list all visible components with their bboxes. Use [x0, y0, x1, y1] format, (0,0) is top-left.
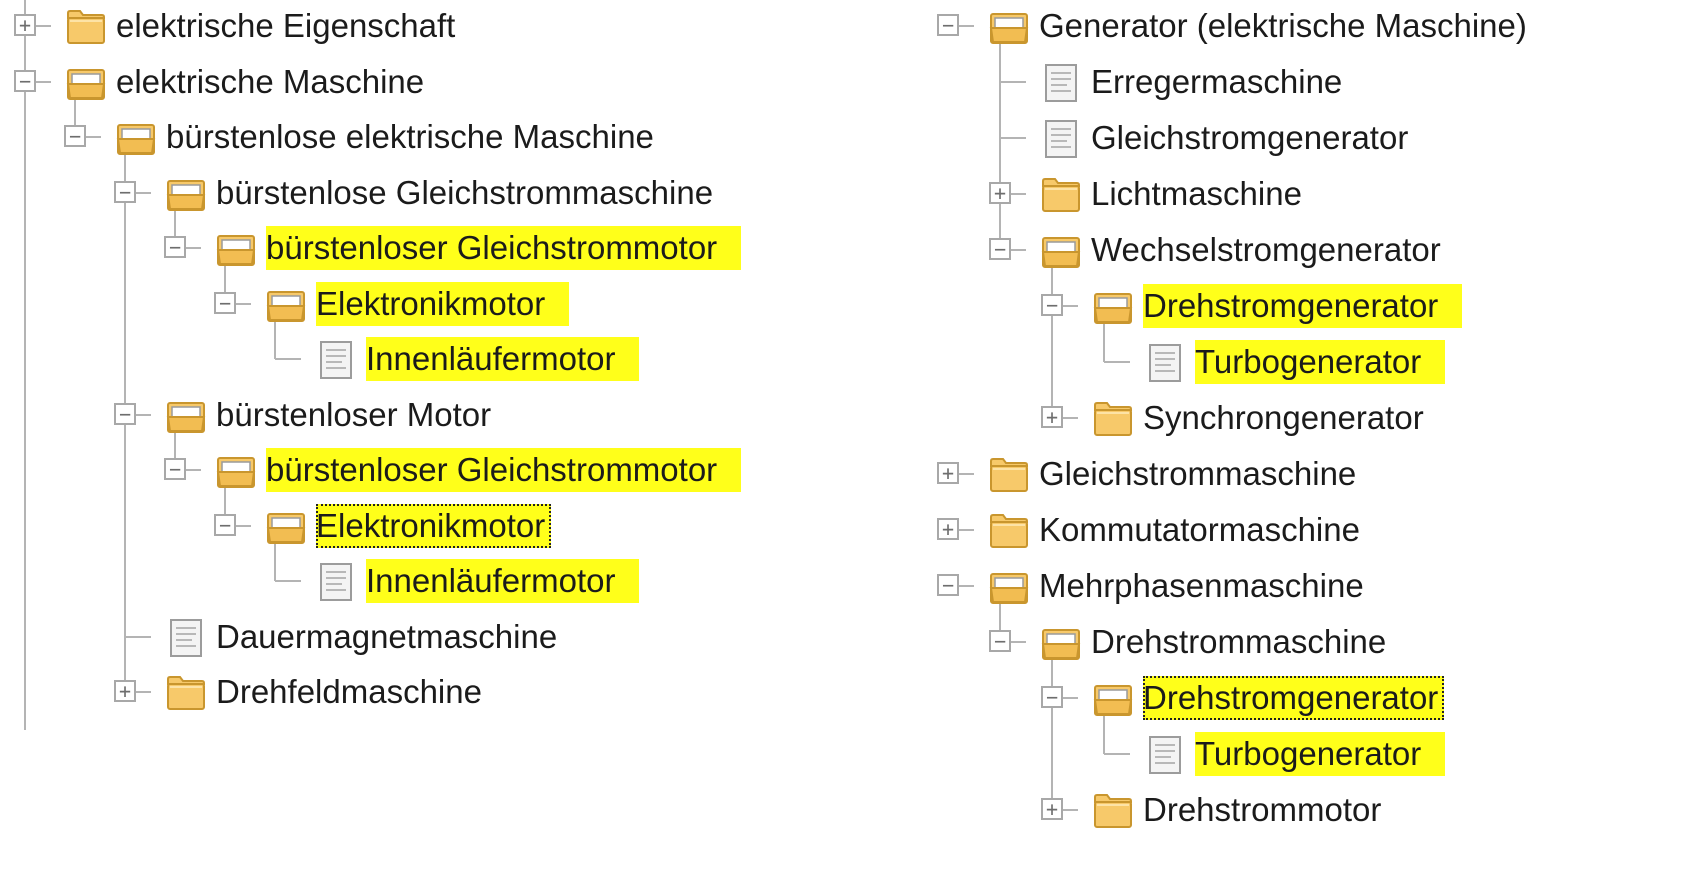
tree-node-label[interactable]: Innenläufermotor: [366, 337, 640, 381]
tree-node-label[interactable]: Erregermaschine: [1091, 60, 1366, 104]
tree-node-label[interactable]: Drehstromgenerator: [1143, 676, 1445, 720]
tree-node-label[interactable]: Synchrongenerator: [1143, 396, 1448, 440]
open-folder-icon: [1041, 624, 1081, 662]
open-folder-icon: [216, 230, 256, 268]
collapse-icon[interactable]: −: [214, 513, 236, 536]
collapse-icon[interactable]: −: [164, 236, 186, 258]
tree-branch-line: [275, 358, 301, 360]
tree-branch-line: [1104, 753, 1130, 755]
tree-node-label[interactable]: Elektronikmotor: [316, 281, 570, 326]
tree-node-label[interactable]: Dauermagnetmaschine: [216, 615, 581, 659]
closed-folder-icon: [989, 456, 1029, 494]
tree-node-label[interactable]: Innenläufermotor: [366, 559, 640, 603]
closed-folder-icon: [166, 674, 206, 712]
closed-folder-icon: [1041, 176, 1081, 214]
tree-connector-line: [1051, 262, 1053, 418]
tree-node-label[interactable]: Gleichstromgenerator: [1091, 116, 1432, 160]
open-folder-icon: [266, 286, 306, 324]
expand-icon[interactable]: +: [1041, 798, 1063, 820]
expand-icon[interactable]: +: [989, 182, 1011, 204]
document-icon: [166, 618, 206, 657]
tree-branch-line: [275, 580, 301, 582]
tree-node-label[interactable]: bürstenloser Gleichstrommotor: [266, 226, 742, 270]
collapse-icon[interactable]: −: [14, 69, 36, 92]
tree-node-label[interactable]: Drehstrommotor: [1143, 788, 1405, 832]
tree-node-label[interactable]: bürstenloser Motor: [216, 393, 515, 437]
tree-branch-line: [1000, 137, 1026, 139]
tree-node-label[interactable]: Drehstromgenerator: [1143, 284, 1463, 328]
open-folder-icon: [166, 397, 206, 435]
tree-node-label[interactable]: Lichtmaschine: [1091, 172, 1326, 216]
tree-node-label[interactable]: Mehrphasenmaschine: [1039, 564, 1388, 608]
open-folder-icon: [216, 452, 256, 490]
tree-branch-line: [1000, 81, 1026, 83]
tree-node-label[interactable]: Turbogenerator: [1195, 340, 1446, 384]
tree-node-label[interactable]: elektrische Maschine: [116, 60, 448, 104]
closed-folder-icon: [989, 512, 1029, 550]
document-icon: [316, 563, 356, 601]
expand-icon[interactable]: +: [937, 518, 959, 540]
open-folder-icon: [1093, 680, 1133, 718]
closed-folder-icon: [66, 8, 106, 46]
collapse-icon[interactable]: −: [989, 630, 1011, 652]
tree-node-label[interactable]: Wechselstromgenerator: [1091, 228, 1465, 272]
tree-branch-line: [1104, 361, 1130, 363]
tree-node-label[interactable]: Drehfeldmaschine: [216, 670, 506, 714]
tree-node-label[interactable]: Elektronikmotor: [316, 503, 552, 548]
tree-node-label[interactable]: bürstenlose elektrische Maschine: [166, 115, 678, 159]
tree-node-label[interactable]: bürstenlose Gleichstrommaschine: [216, 171, 737, 215]
document-icon: [316, 341, 356, 379]
open-folder-icon: [66, 64, 106, 102]
collapse-icon[interactable]: −: [937, 14, 959, 36]
collapse-icon[interactable]: −: [1041, 686, 1063, 708]
open-folder-icon: [166, 175, 206, 213]
collapse-icon[interactable]: −: [1041, 294, 1063, 316]
tree-connector-line: [1051, 654, 1053, 810]
collapse-icon[interactable]: −: [114, 402, 136, 425]
collapse-icon[interactable]: −: [64, 125, 86, 147]
tree-branch-line: [125, 635, 151, 638]
open-folder-icon: [116, 119, 156, 157]
expand-icon[interactable]: +: [14, 14, 36, 36]
document-icon: [1145, 344, 1185, 382]
tree-node-label[interactable]: Gleichstrommaschine: [1039, 452, 1380, 496]
tree-node-label[interactable]: Turbogenerator: [1195, 732, 1446, 776]
open-folder-icon: [266, 508, 306, 546]
open-folder-icon: [1041, 232, 1081, 270]
document-icon: [1041, 64, 1081, 102]
tree-node-label[interactable]: elektrische Eigenschaft: [116, 4, 479, 48]
collapse-icon[interactable]: −: [164, 458, 186, 480]
closed-folder-icon: [1093, 400, 1133, 438]
closed-folder-icon: [1093, 792, 1133, 830]
collapse-icon[interactable]: −: [114, 180, 136, 203]
tree-node-label[interactable]: Generator (elektrische Maschine): [1039, 4, 1551, 48]
expand-icon[interactable]: +: [1041, 406, 1063, 428]
tree-node-label[interactable]: Kommutatormaschine: [1039, 508, 1384, 552]
collapse-icon[interactable]: −: [937, 574, 959, 596]
document-icon: [1041, 120, 1081, 158]
open-folder-icon: [989, 568, 1029, 606]
tree-connector-line: [24, 0, 26, 730]
open-folder-icon: [989, 8, 1029, 46]
expand-icon[interactable]: +: [114, 680, 136, 702]
tree-node-label[interactable]: bürstenloser Gleichstrommotor: [266, 448, 742, 492]
right-tree-view[interactable]: − Generator (elektrische Maschine) Erreger…: [937, 0, 1690, 892]
collapse-icon[interactable]: −: [989, 238, 1011, 260]
left-tree-view[interactable]: + elektrische Eigenschaft − elektrische Mas…: [0, 0, 840, 892]
expand-icon[interactable]: +: [937, 462, 959, 484]
collapse-icon[interactable]: −: [214, 291, 236, 314]
tree-node-label[interactable]: Drehstrommaschine: [1091, 620, 1410, 664]
document-icon: [1145, 736, 1185, 774]
tree-connector-line: [999, 38, 1001, 250]
open-folder-icon: [1093, 288, 1133, 326]
